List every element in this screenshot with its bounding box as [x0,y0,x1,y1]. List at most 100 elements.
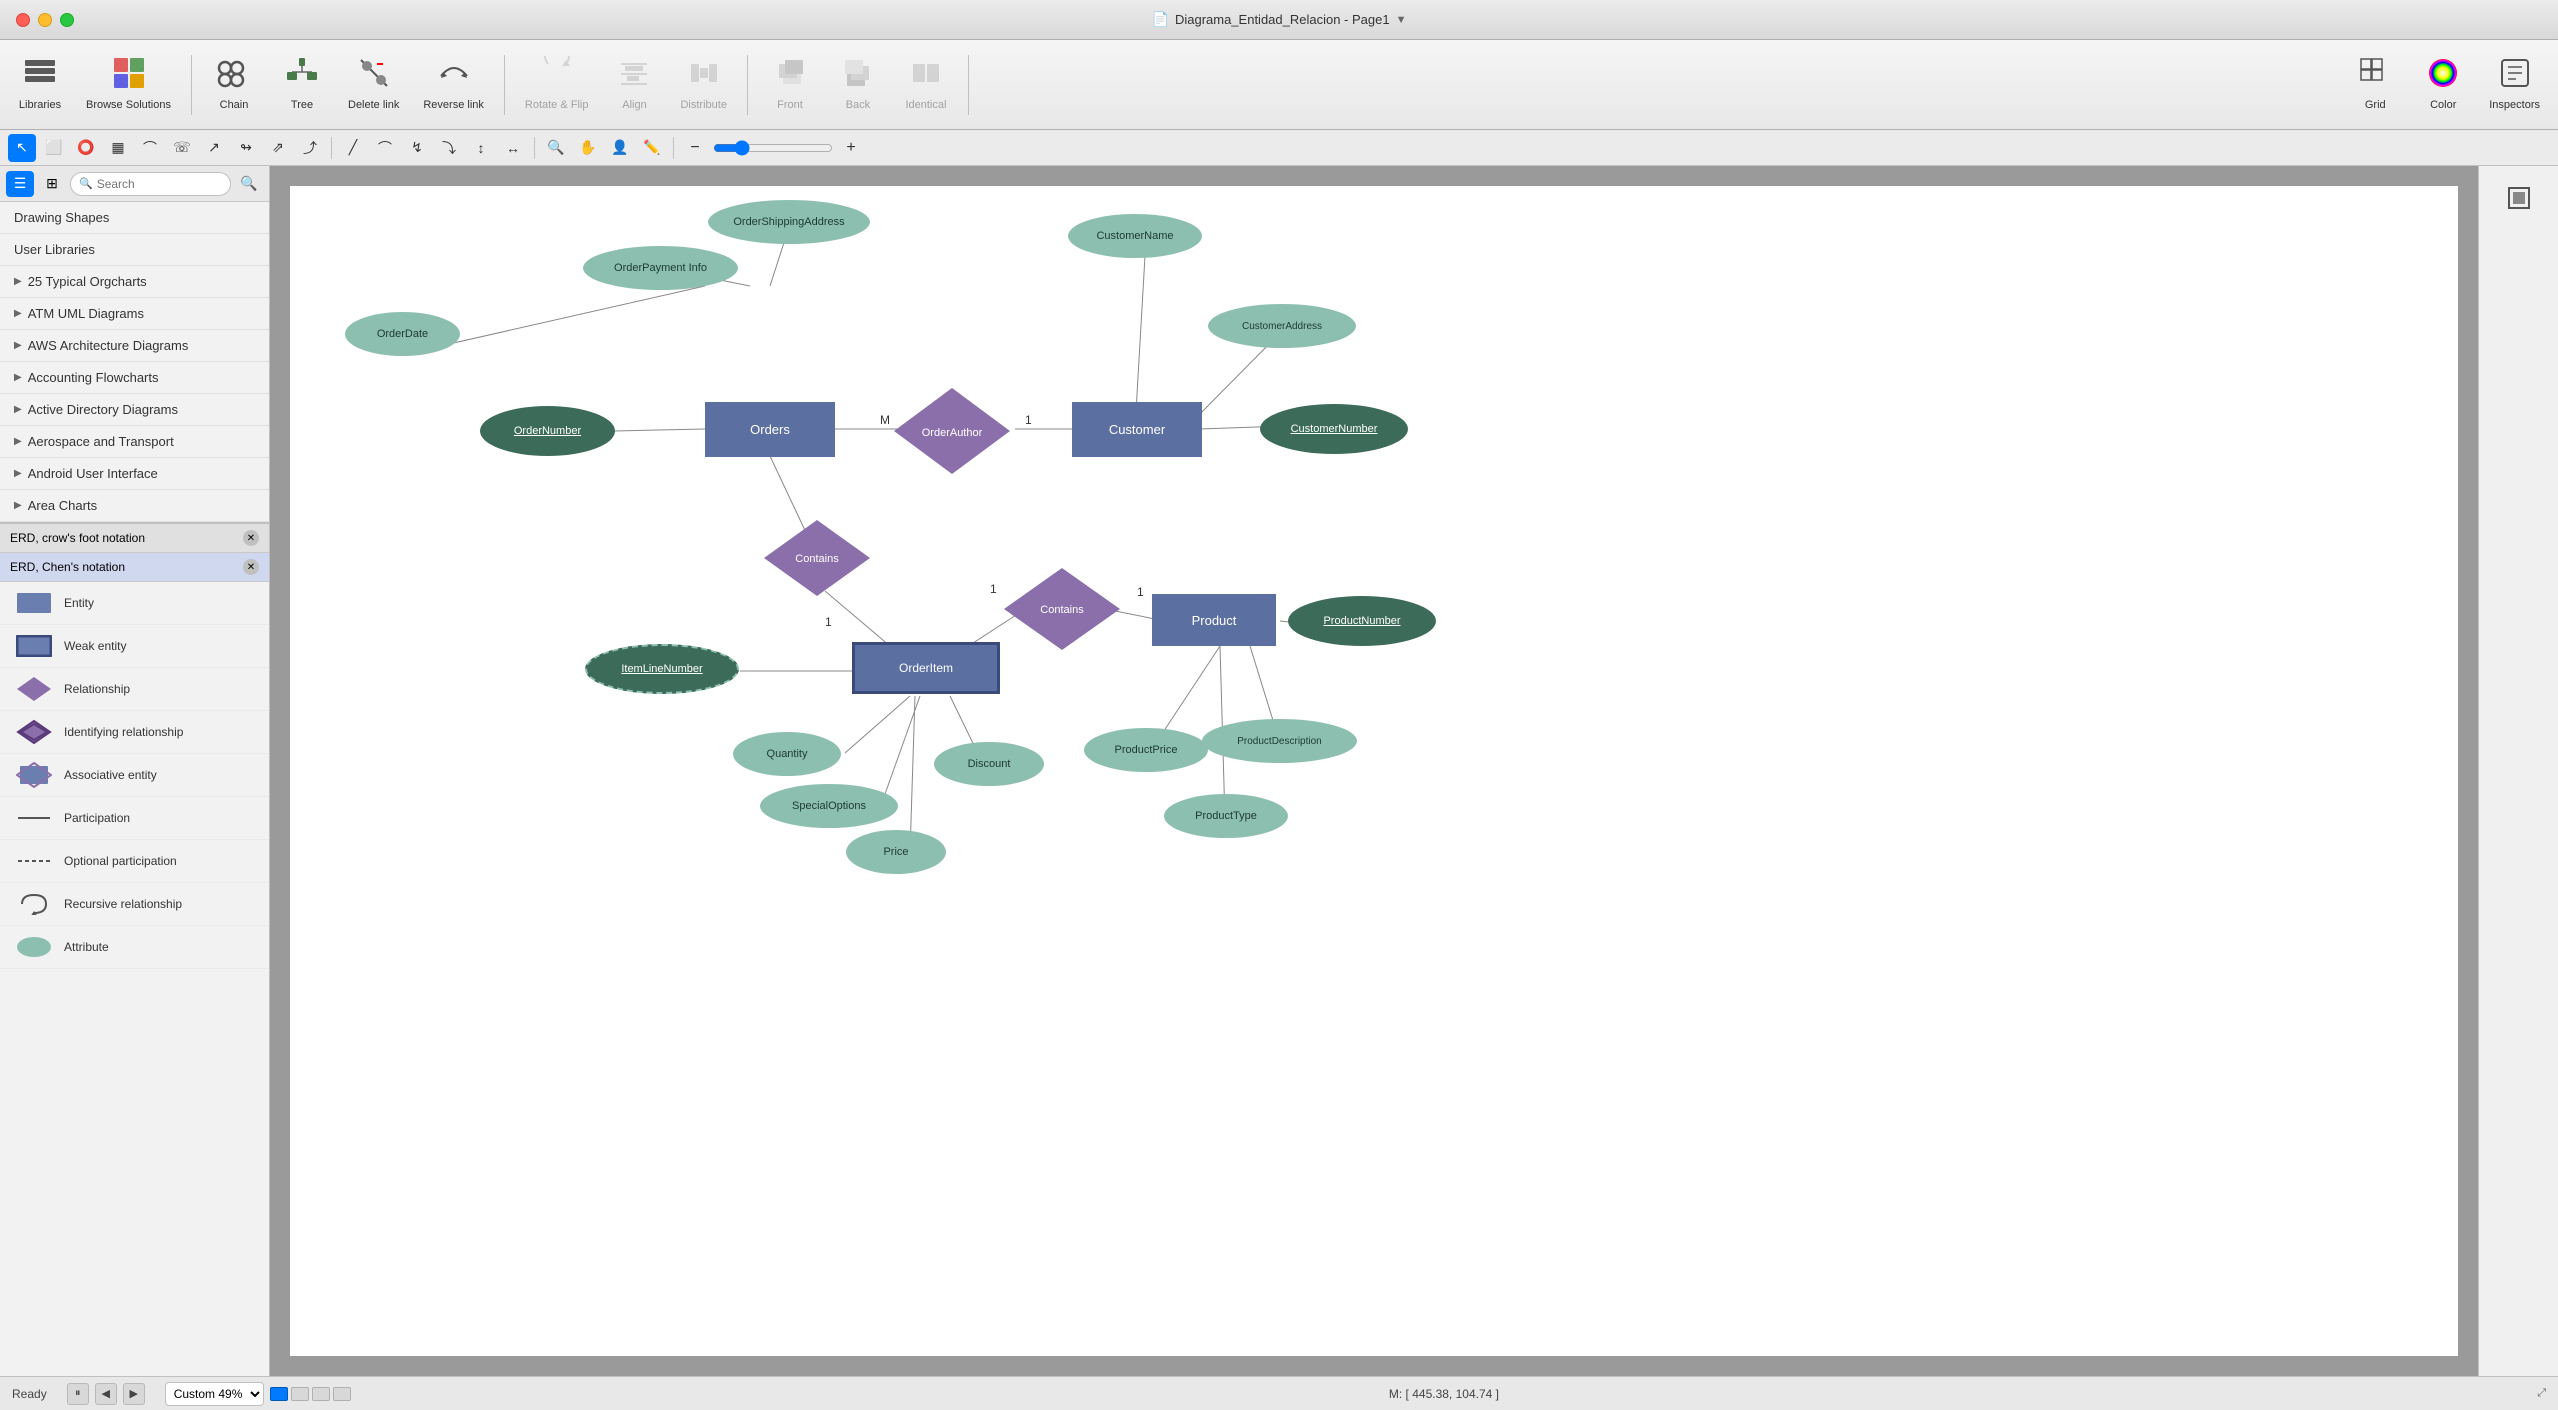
reverse-link-button[interactable]: Reverse link [415,47,492,123]
align-button[interactable]: Align [604,47,664,123]
grid-button[interactable]: Grid [2345,47,2405,123]
line5-tool[interactable]: ↕ [467,134,495,162]
zoom-fit-btn[interactable] [2497,176,2541,227]
canvas[interactable]: M 1 1 M 1 1 OrderShippingAddress OrderPa… [290,186,2458,1356]
line4-tool[interactable]: ⤵ [435,134,463,162]
node-product[interactable]: Product [1152,594,1276,646]
list-view-btn[interactable]: ☰ [6,171,34,197]
libraries-button[interactable]: Libraries [10,47,70,123]
maximize-button[interactable] [60,13,74,27]
close-erd-tab-2[interactable]: ✕ [243,559,259,575]
line6-tool[interactable]: ↔ [499,134,527,162]
sidebar-item-active-dir[interactable]: ▶ Active Directory Diagrams [0,394,269,426]
shape-item-attribute[interactable]: Attribute [0,926,269,969]
expand-btn[interactable]: ⤢ [2537,1387,2546,1400]
node-product-type[interactable]: ProductType [1164,794,1288,838]
sidebar-item-aws[interactable]: ▶ AWS Architecture Diagrams [0,330,269,362]
minimize-button[interactable] [38,13,52,27]
sidebar-item-user-libraries[interactable]: User Libraries [0,234,269,266]
search-input[interactable] [97,177,222,191]
grid-view-btn[interactable]: ⊞ [38,171,66,197]
page-indicator-4[interactable] [333,1387,351,1401]
tree-button[interactable]: Tree [272,47,332,123]
sidebar-item-atm-uml[interactable]: ▶ ATM UML Diagrams [0,298,269,330]
node-product-number[interactable]: ProductNumber [1288,596,1436,646]
zoom-select[interactable]: Custom 49% 25% 50% 75% 100% [165,1382,264,1406]
node-order-item[interactable]: OrderItem [852,642,1000,694]
node-customer[interactable]: Customer [1072,402,1202,457]
front-button[interactable]: Front [760,47,820,123]
node-order-payment-info[interactable]: OrderPayment Info [583,246,738,290]
delete-link-button[interactable]: Delete link [340,47,407,123]
shape-item-identifying-rel[interactable]: Identifying relationship [0,711,269,754]
connect4-tool[interactable]: ↬ [232,134,260,162]
node-discount[interactable]: Discount [934,742,1044,786]
sidebar-item-android-ui[interactable]: ▶ Android User Interface [0,458,269,490]
line3-tool[interactable]: ↯ [403,134,431,162]
page-indicator-1[interactable] [270,1387,288,1401]
node-contains-2[interactable]: Contains [1002,566,1122,652]
shape-item-entity[interactable]: Entity [0,582,269,625]
sidebar-item-aerospace[interactable]: ▶ Aerospace and Transport [0,426,269,458]
page-indicator-2[interactable] [291,1387,309,1401]
select-tool[interactable]: ↖ [8,134,36,162]
page-indicator-3[interactable] [312,1387,330,1401]
shape-item-participation[interactable]: Participation [0,797,269,840]
zoom-in-btn[interactable]: + [837,134,865,162]
zoom-in-tool[interactable]: 🔍 [542,134,570,162]
pan-tool[interactable]: ✋ [574,134,602,162]
next-page-btn[interactable]: ▶ [123,1383,145,1405]
zoom-slider[interactable] [713,140,833,156]
node-price[interactable]: Price [846,830,946,874]
rotate-flip-button[interactable]: Rotate & Flip [517,47,597,123]
table-tool[interactable]: ▦ [104,134,132,162]
connect1-tool[interactable]: ⌒ [136,134,164,162]
erd-crows-foot-tab[interactable]: ERD, crow's foot notation ✕ [0,524,269,553]
search-btn[interactable]: 🔍 [235,171,263,197]
chain-button[interactable]: Chain [204,47,264,123]
node-order-number[interactable]: OrderNumber [480,406,615,456]
ellipse-tool[interactable]: ⭕ [72,134,100,162]
node-customer-address[interactable]: CustomerAddress [1208,304,1356,348]
person-tool[interactable]: 👤 [606,134,634,162]
sidebar-item-area-charts[interactable]: ▶ Area Charts [0,490,269,522]
sidebar-item-orgcharts[interactable]: ▶ 25 Typical Orgcharts [0,266,269,298]
node-order-shipping-address[interactable]: OrderShippingAddress [708,200,870,244]
node-product-price[interactable]: ProductPrice [1084,728,1208,772]
node-contains-1[interactable]: Contains [762,518,872,598]
distribute-button[interactable]: Distribute [672,47,734,123]
node-orders[interactable]: Orders [705,402,835,457]
node-customer-name[interactable]: CustomerName [1068,214,1202,258]
node-quantity[interactable]: Quantity [733,732,841,776]
connect2-tool[interactable]: ☏ [168,134,196,162]
rect-tool[interactable]: ⬜ [40,134,68,162]
connect6-tool[interactable]: ⤴ [296,134,324,162]
shape-item-associative[interactable]: Associative entity [0,754,269,797]
zoom-out-btn[interactable]: − [681,134,709,162]
shape-item-relationship[interactable]: Relationship [0,668,269,711]
line1-tool[interactable]: ╱ [339,134,367,162]
line2-tool[interactable]: ⌒ [371,134,399,162]
shape-item-recursive-rel[interactable]: Recursive relationship [0,883,269,926]
shape-item-weak-entity[interactable]: Weak entity [0,625,269,668]
node-special-options[interactable]: SpecialOptions [760,784,898,828]
identical-button[interactable]: Identical [896,47,956,123]
sidebar-item-drawing-shapes[interactable]: Drawing Shapes [0,202,269,234]
pen-tool[interactable]: ✏️ [638,134,666,162]
browse-button[interactable]: Browse Solutions [78,47,179,123]
sidebar-item-accounting[interactable]: ▶ Accounting Flowcharts [0,362,269,394]
dropdown-arrow-icon[interactable]: ▼ [1396,14,1407,26]
connect5-tool[interactable]: ⇗ [264,134,292,162]
close-erd-tab-1[interactable]: ✕ [243,530,259,546]
erd-chens-tab[interactable]: ERD, Chen's notation ✕ [0,553,269,582]
connect3-tool[interactable]: ↗ [200,134,228,162]
back-button[interactable]: Back [828,47,888,123]
node-order-date[interactable]: OrderDate [345,312,460,356]
node-item-line-number[interactable]: ItemLineNumber [585,644,739,694]
pause-btn[interactable]: ⏸ [67,1383,89,1405]
inspectors-button[interactable]: Inspectors [2481,47,2548,123]
node-product-description[interactable]: ProductDescription [1202,719,1357,763]
shape-item-optional-part[interactable]: Optional participation [0,840,269,883]
node-order-author[interactable]: OrderAuthor [892,386,1012,476]
node-customer-number[interactable]: CustomerNumber [1260,404,1408,454]
